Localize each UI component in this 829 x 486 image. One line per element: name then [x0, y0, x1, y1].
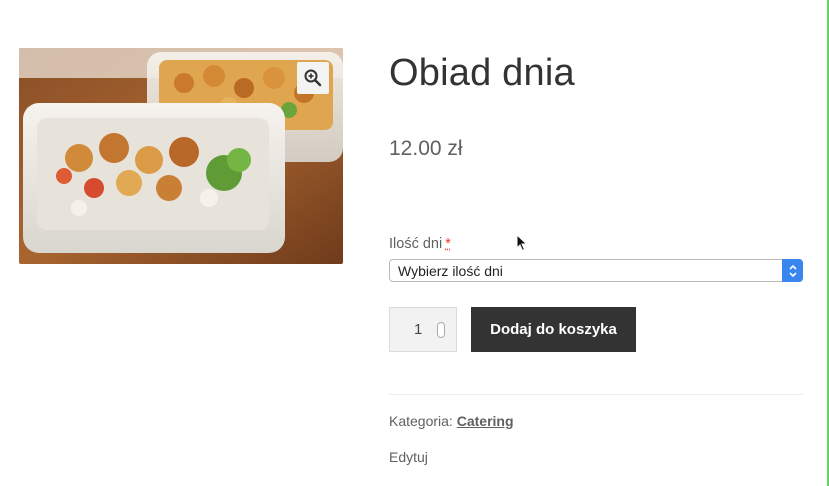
required-marker: * [445, 236, 451, 252]
variation-label-text: Ilość dni [389, 236, 443, 252]
product-meta: Kategoria: Catering [389, 413, 514, 429]
product-image[interactable] [19, 48, 343, 264]
divider [389, 394, 803, 395]
zoom-button[interactable] [297, 62, 329, 94]
edit-link[interactable]: Edytuj [389, 449, 428, 465]
zoom-in-icon [304, 69, 322, 87]
quantity-input[interactable]: 1 [389, 307, 457, 352]
product-price: 12.00 zł [389, 137, 463, 160]
select-arrows-icon[interactable] [782, 259, 803, 282]
variation-label: Ilość dni * [389, 236, 451, 252]
product-title: Obiad dnia [389, 52, 575, 94]
days-select[interactable]: Wybierz ilość dni [389, 259, 803, 282]
category-link[interactable]: Catering [457, 413, 514, 429]
quantity-value: 1 [414, 321, 423, 338]
quantity-spinner-icon[interactable] [437, 322, 445, 338]
add-to-cart-button[interactable]: Dodaj do koszyka [471, 307, 636, 352]
category-label: Kategoria: [389, 413, 453, 429]
days-select-value: Wybierz ilość dni [398, 263, 503, 279]
mouse-cursor-icon [516, 234, 528, 252]
